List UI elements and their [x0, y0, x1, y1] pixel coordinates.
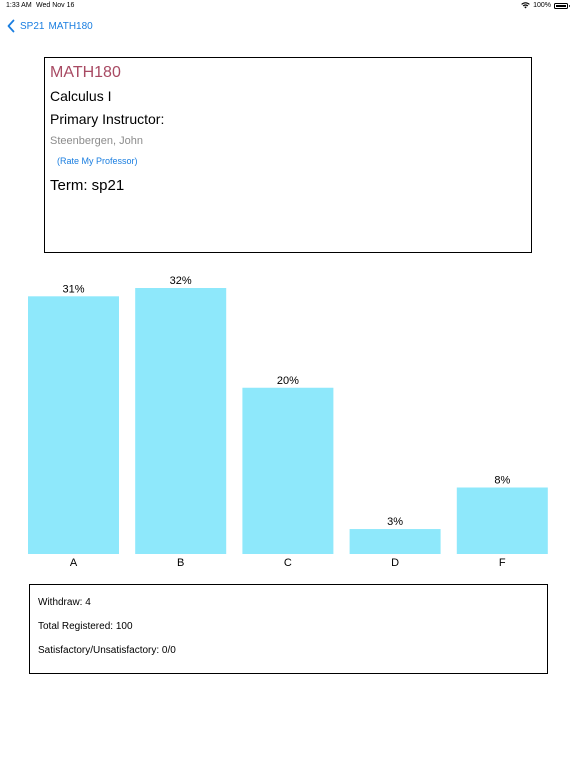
- category-label-b: B: [177, 557, 184, 569]
- grade-chart-svg: 31% A 32% B 20% C 3% D 8% F: [28, 275, 548, 569]
- category-label-f: F: [499, 557, 506, 569]
- category-label-d: D: [391, 557, 399, 569]
- back-label: SP21: [20, 20, 45, 32]
- withdraw-count: Withdraw: 4: [38, 597, 91, 608]
- term-label: Term: sp21: [50, 177, 125, 194]
- bar-value-label-d: 3%: [387, 516, 403, 528]
- status-date: Wed Nov 16: [36, 2, 75, 9]
- grade-distribution-chart: 31% A 32% B 20% C 3% D 8% F: [0, 260, 576, 580]
- category-label-a: A: [70, 557, 78, 569]
- nav-title: MATH180: [48, 20, 93, 32]
- bar-c: [242, 387, 334, 554]
- course-info-card: MATH180 Calculus I Primary Instructor: S…: [44, 57, 532, 253]
- bar-value-label-a: 31%: [62, 283, 84, 295]
- instructor-name: Steenbergen, John: [50, 135, 143, 147]
- rate-my-professor-link[interactable]: (Rate My Professor): [57, 156, 138, 166]
- bar-value-label-f: 8%: [494, 475, 510, 487]
- stats-card: Withdraw: 4 Total Registered: 100 Satisf…: [29, 584, 548, 674]
- satisfactory-unsatisfactory: Satisfactory/Unsatisfactory: 0/0: [38, 645, 176, 656]
- bar-d: [349, 529, 441, 554]
- bar-f: [456, 487, 548, 554]
- course-title: Calculus I: [50, 88, 112, 104]
- chevron-left-icon: [7, 19, 15, 33]
- category-label-c: C: [284, 557, 292, 569]
- battery-icon: [554, 2, 570, 9]
- course-code: MATH180: [50, 64, 121, 81]
- bar-b: [135, 288, 227, 554]
- bar-value-label-b: 32%: [170, 275, 192, 287]
- status-indicators: 100%: [521, 2, 570, 9]
- battery-percent: 100%: [533, 2, 551, 9]
- total-registered: Total Registered: 100: [38, 621, 133, 632]
- bar-a: [28, 296, 119, 554]
- status-time: 1:33 AM: [6, 2, 32, 9]
- primary-instructor-label: Primary Instructor:: [50, 111, 165, 127]
- wifi-icon: [521, 2, 530, 9]
- status-bar: 1:33 AM Wed Nov 16 100%: [0, 0, 576, 12]
- bar-value-label-c: 20%: [277, 375, 299, 387]
- back-button[interactable]: SP21 MATH180: [6, 17, 93, 35]
